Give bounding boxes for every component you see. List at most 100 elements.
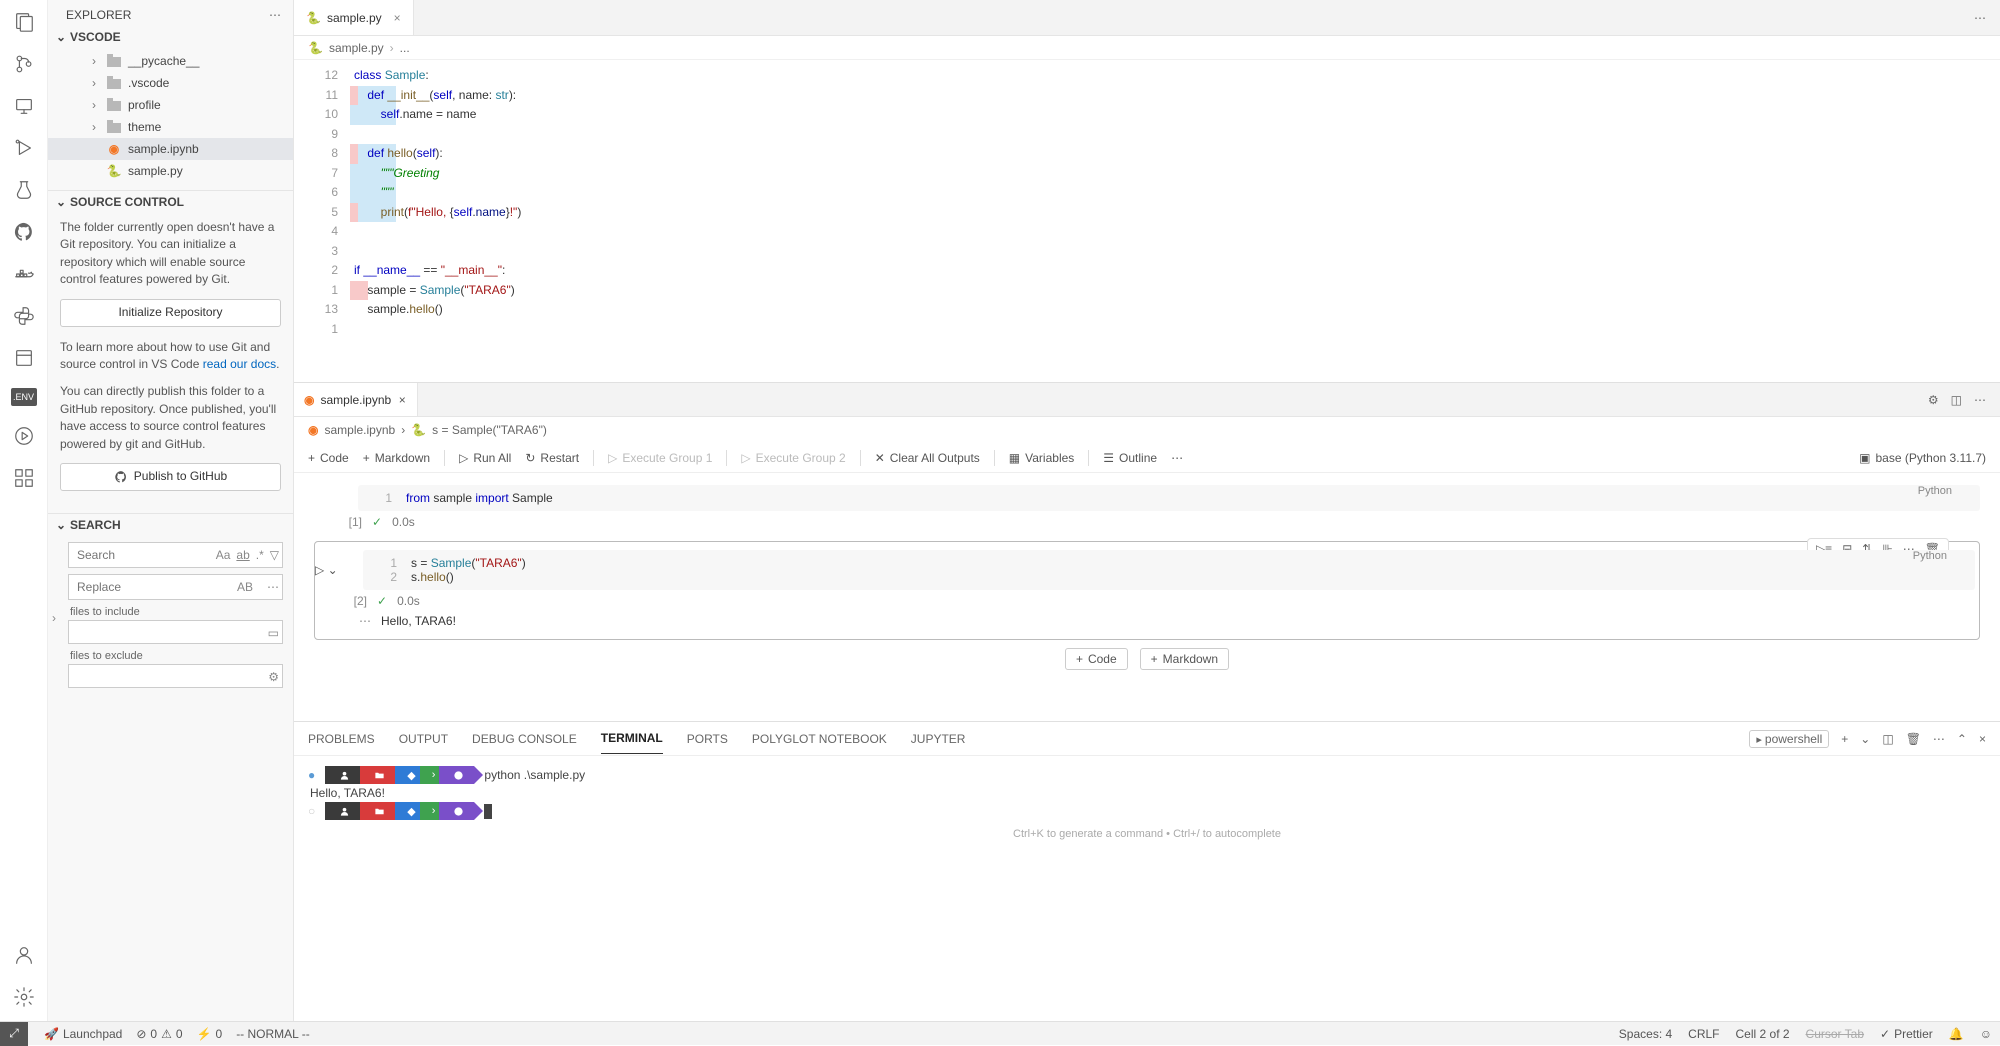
search-expand-icon[interactable]: › xyxy=(52,611,56,625)
panel-tab-problems[interactable]: PROBLEMS xyxy=(308,724,375,754)
problems-status[interactable]: ⊘ 0 ⚠ 0 xyxy=(136,1027,182,1041)
vcs-icon[interactable] xyxy=(12,52,36,76)
tree-item--vscode[interactable]: ›.vscode xyxy=(48,72,293,94)
notebook-cell-1[interactable]: Python 1from sample import Sample [1] ✓ … xyxy=(314,485,1980,529)
notebook-cell-2[interactable]: ▷≡ ⊟ ⇅ ⊪ ⋯ 🗑 ▷ ⌄ Python 1s = Sample("TAR… xyxy=(314,541,1980,640)
include-input[interactable] xyxy=(68,620,283,644)
eol-indicator[interactable]: CRLF xyxy=(1688,1027,1719,1041)
cursor-tab[interactable]: Cursor Tab xyxy=(1806,1027,1864,1041)
time-segment xyxy=(439,766,474,784)
add-code-cell-button[interactable]: + Code xyxy=(1065,648,1128,670)
remote-icon[interactable] xyxy=(12,94,36,118)
notebook-breadcrumb[interactable]: ◉ sample.ipynb› 🐍 s = Sample("TARA6") xyxy=(294,417,2000,443)
code-editor[interactable]: 121110987654321131 class Sample: def __i… xyxy=(294,60,2000,382)
tab-sample-ipynb[interactable]: ◉ sample.ipynb × xyxy=(294,383,418,416)
read-docs-link[interactable]: read our docs xyxy=(203,357,276,371)
prettier-indicator[interactable]: ✓ Prettier xyxy=(1880,1027,1933,1041)
gear-icon[interactable]: ⚙ xyxy=(1928,393,1939,407)
tab-sample-py[interactable]: 🐍 sample.py × xyxy=(294,0,414,35)
split-editor-icon[interactable]: ◫ xyxy=(1951,393,1962,407)
docker-icon[interactable] xyxy=(12,262,36,286)
source-control-header[interactable]: ⌄ SOURCE CONTROL xyxy=(48,190,293,213)
run-all-button[interactable]: ▷ Run All xyxy=(459,451,511,465)
panel-tab-output[interactable]: OUTPUT xyxy=(399,724,448,754)
clear-outputs-button[interactable]: ✕ Clear All Outputs xyxy=(875,451,980,465)
env-badge-icon[interactable]: .ENV xyxy=(11,388,37,406)
toolbar-more[interactable]: ⋯ xyxy=(1171,451,1183,465)
settings-icon[interactable] xyxy=(12,985,36,1009)
cell-indicator[interactable]: Cell 2 of 2 xyxy=(1736,1027,1790,1041)
run-cell-button[interactable]: ▷ ⌄ xyxy=(315,563,338,577)
container-icon[interactable] xyxy=(12,346,36,370)
tree-item-profile[interactable]: ›profile xyxy=(48,94,293,116)
panel-tab-terminal[interactable]: TERMINAL xyxy=(601,723,663,754)
ports-status[interactable]: ⚡ 0 xyxy=(197,1027,223,1041)
match-word-icon[interactable]: ab xyxy=(236,548,249,562)
feedback-icon[interactable]: ☺ xyxy=(1980,1027,1992,1041)
panel-tab-jupyter[interactable]: JUPYTER xyxy=(911,724,966,754)
regex-icon[interactable]: .* xyxy=(256,548,264,562)
launchpad-button[interactable]: 🚀 Launchpad xyxy=(44,1027,122,1041)
filter-icon[interactable]: ▽ xyxy=(270,548,279,562)
panel-tab-polyglot-notebook[interactable]: POLYGLOT NOTEBOOK xyxy=(752,724,887,754)
python-file-icon: 🐍 xyxy=(308,41,323,55)
debug-icon[interactable] xyxy=(12,136,36,160)
sidebar: EXPLORER ⋯ ⌄ VSCODE ›__pycache__›.vscode… xyxy=(48,0,294,1021)
close-icon[interactable]: × xyxy=(397,393,407,407)
exec-group-1[interactable]: ▷ Execute Group 1 xyxy=(608,451,712,465)
more-icon[interactable]: ⋯ xyxy=(1974,11,1986,25)
explorer-icon[interactable] xyxy=(12,10,36,34)
terminal[interactable]: ● ◆ › python .\sample.py Hello, TARA6! ○ xyxy=(294,756,2000,1021)
notifications-icon[interactable]: 🔔 xyxy=(1949,1027,1964,1041)
add-code-button[interactable]: + Code xyxy=(308,451,349,465)
add-markdown-button[interactable]: + Markdown xyxy=(363,451,430,465)
terminal-dropdown-icon[interactable]: ⌄ xyxy=(1860,732,1870,746)
folder-root-header[interactable]: ⌄ VSCODE xyxy=(48,26,293,48)
remote-indicator[interactable]: ⤢ xyxy=(0,1022,28,1046)
close-panel-icon[interactable]: × xyxy=(1979,732,1986,746)
gear-icon[interactable]: ⚙ xyxy=(268,670,279,684)
kill-terminal-icon[interactable]: 🗑 xyxy=(1906,732,1921,746)
maximize-panel-icon[interactable]: ⌃ xyxy=(1957,732,1967,746)
explorer-title: EXPLORER ⋯ xyxy=(48,0,293,26)
account-icon[interactable] xyxy=(12,943,36,967)
kernel-selector[interactable]: ▣ base (Python 3.11.7) xyxy=(1859,451,1986,465)
explorer-more-icon[interactable]: ⋯ xyxy=(269,8,281,22)
exclude-label: files to exclude xyxy=(70,650,283,662)
new-terminal-icon[interactable]: + xyxy=(1841,732,1848,746)
publish-github-button[interactable]: Publish to GitHub xyxy=(60,463,281,491)
tree-item-sample-py[interactable]: 🐍sample.py xyxy=(48,160,293,182)
extensions-icon[interactable] xyxy=(12,466,36,490)
exec-group-2[interactable]: ▷ Execute Group 2 xyxy=(741,451,845,465)
panel-more-icon[interactable]: ⋯ xyxy=(1933,732,1945,746)
panel-tab-debug-console[interactable]: DEBUG CONSOLE xyxy=(472,724,577,754)
terminal-shell-label[interactable]: ▸ powershell xyxy=(1749,730,1829,748)
tree-item-theme[interactable]: ›theme xyxy=(48,116,293,138)
github-icon[interactable] xyxy=(12,220,36,244)
panel-tabs: PROBLEMS OUTPUT DEBUG CONSOLE TERMINAL PORTS… xyxy=(294,722,2000,756)
more-icon[interactable]: ⋯ xyxy=(1974,393,1986,407)
book-icon[interactable]: ▭ xyxy=(268,626,279,640)
tree-item-__pycache__[interactable]: ›__pycache__ xyxy=(48,50,293,72)
breadcrumb[interactable]: 🐍 sample.py › ... xyxy=(294,36,2000,60)
match-case-icon[interactable]: Aa xyxy=(216,548,231,562)
spaces-indicator[interactable]: Spaces: 4 xyxy=(1619,1027,1672,1041)
add-markdown-cell-button[interactable]: + Markdown xyxy=(1140,648,1229,670)
python-env-icon[interactable] xyxy=(12,304,36,328)
replace-more-icon[interactable]: ⋯ xyxy=(267,580,279,594)
restart-button[interactable]: ↻ Restart xyxy=(525,451,579,465)
split-terminal-icon[interactable]: ◫ xyxy=(1882,732,1893,746)
close-icon[interactable]: × xyxy=(394,11,401,25)
live-share-icon[interactable] xyxy=(12,424,36,448)
preserve-case-icon[interactable]: AB xyxy=(237,580,253,594)
exclude-input[interactable] xyxy=(68,664,283,688)
search-header[interactable]: ⌄ SEARCH xyxy=(48,513,293,536)
tree-item-sample-ipynb[interactable]: ◉sample.ipynb xyxy=(48,138,293,160)
panel-tab-ports[interactable]: PORTS xyxy=(687,724,728,754)
python-file-icon: 🐍 xyxy=(306,11,321,25)
initialize-repo-button[interactable]: Initialize Repository xyxy=(60,299,281,327)
testing-icon[interactable] xyxy=(12,178,36,202)
branch-segment-2: › xyxy=(420,766,440,784)
variables-button[interactable]: ▦ Variables xyxy=(1009,451,1074,465)
outline-button[interactable]: ☰ Outline xyxy=(1103,451,1157,465)
